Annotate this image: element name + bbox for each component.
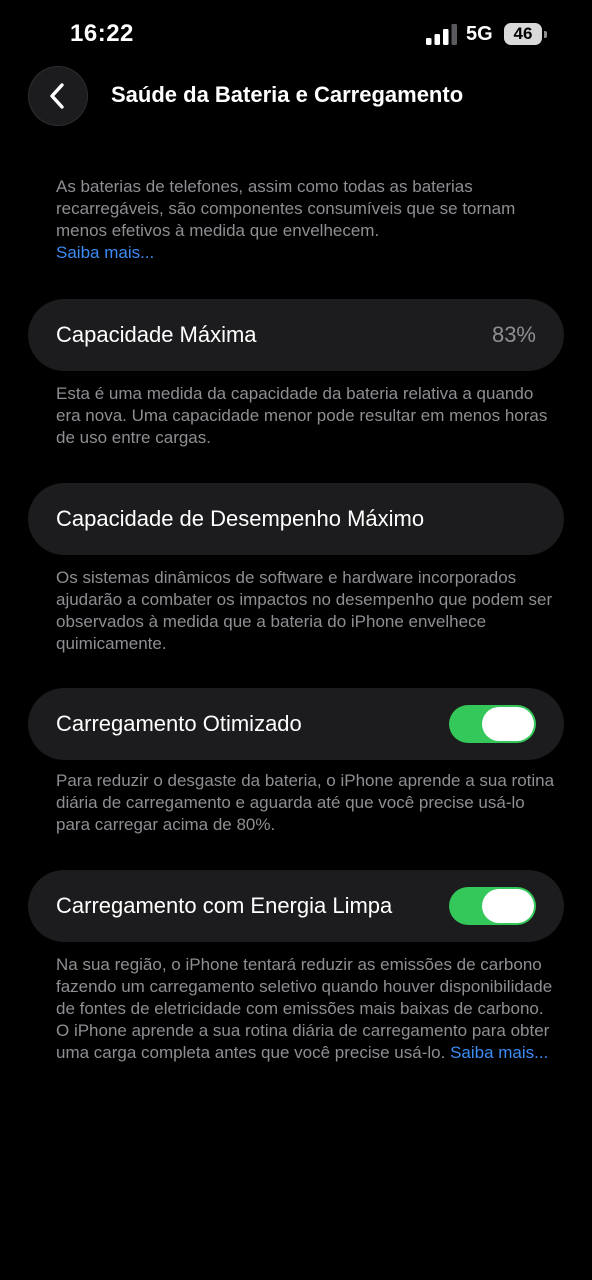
max-capacity-description: Esta é uma medida da capacidade da bater…: [56, 384, 548, 447]
clean-energy-toggle[interactable]: [449, 887, 536, 925]
clean-energy-label: Carregamento com Energia Limpa: [56, 893, 393, 918]
battery-level: 46: [513, 24, 533, 43]
optimized-charging-toggle[interactable]: [449, 705, 536, 743]
toggle-knob: [482, 707, 534, 741]
intro-text: As baterias de telefones, assim como tod…: [56, 176, 556, 264]
status-bar: 16:22 5G 46: [0, 0, 592, 70]
optimized-charging-row: Carregamento Otimizado: [28, 688, 564, 760]
clean-energy-row: Carregamento com Energia Limpa: [28, 870, 564, 942]
max-capacity-label: Capacidade Máxima: [56, 322, 257, 347]
chevron-left-icon: [50, 83, 64, 109]
peak-performance-label: Capacidade de Desempenho Máximo: [56, 506, 425, 531]
battery-icon: 46: [504, 23, 542, 45]
optimized-charging-label: Carregamento Otimizado: [56, 711, 302, 736]
back-button[interactable]: [28, 66, 88, 126]
max-capacity-value: 83%: [491, 322, 536, 347]
clean-energy-learn-more-link[interactable]: Saiba mais...: [450, 1043, 548, 1062]
network-type: 5G: [466, 23, 493, 45]
peak-performance-row[interactable]: Capacidade de Desempenho Máximo: [28, 483, 564, 555]
cellular-signal-icon: [426, 24, 457, 45]
battery-tip: [544, 31, 547, 38]
toggle-knob: [482, 889, 534, 923]
page-title: Saúde da Bateria e Carregamento: [111, 82, 464, 107]
intro-description: As baterias de telefones, assim como tod…: [56, 177, 516, 240]
max-capacity-row[interactable]: Capacidade Máxima 83%: [28, 299, 564, 371]
clean-energy-description-block: Na sua região, o iPhone tentará reduzir …: [56, 954, 556, 1064]
optimized-charging-description: Para reduzir o desgaste da bateria, o iP…: [56, 771, 555, 834]
peak-performance-description: Os sistemas dinâmicos de software e hard…: [56, 568, 553, 653]
status-time: 16:22: [70, 20, 134, 47]
learn-more-link[interactable]: Saiba mais...: [56, 243, 154, 262]
